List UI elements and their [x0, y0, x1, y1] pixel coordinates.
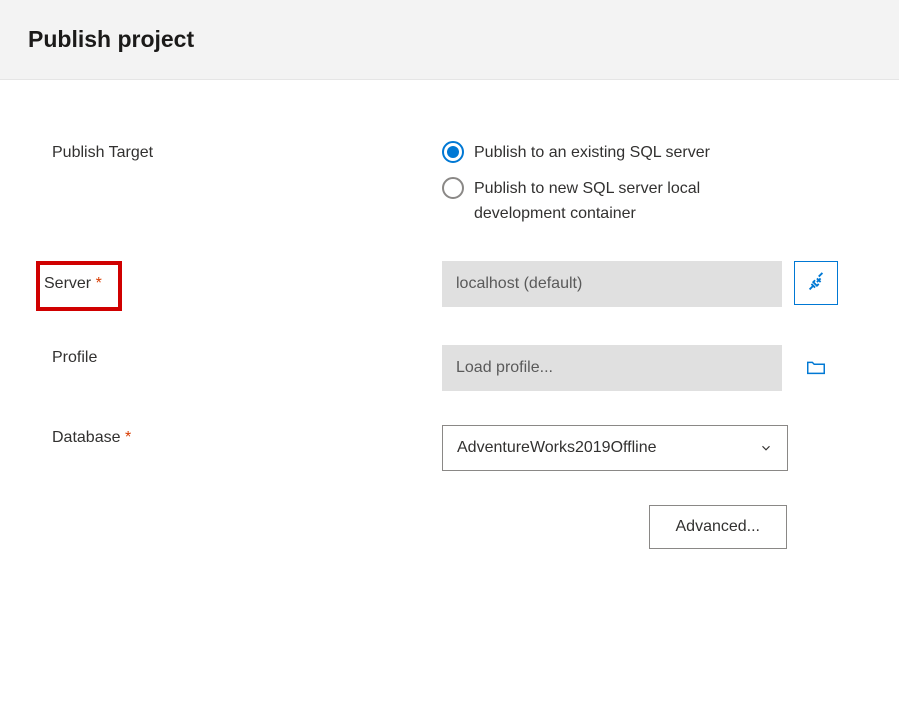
radio-icon [442, 141, 464, 163]
advanced-row: Advanced... [52, 505, 847, 549]
dialog-title: Publish project [28, 26, 871, 53]
server-connect-button[interactable] [794, 261, 838, 305]
server-highlight: Server * [36, 261, 122, 311]
chevron-down-icon [759, 441, 773, 455]
profile-input[interactable] [442, 345, 782, 391]
profile-row: Profile [52, 345, 847, 391]
profile-field [442, 345, 847, 391]
server-label: Server [44, 275, 91, 292]
radio-existing-server[interactable]: Publish to an existing SQL server [442, 140, 774, 166]
publish-target-row: Publish Target Publish to an existing SQ… [52, 140, 847, 227]
database-row: Database AdventureWorks2019Offline [52, 425, 847, 471]
dialog-header: Publish project [0, 0, 899, 80]
publish-target-label: Publish Target [52, 140, 442, 162]
publish-target-radio-group: Publish to an existing SQL server Publis… [442, 140, 774, 227]
publish-target-field: Publish to an existing SQL server Publis… [442, 140, 847, 227]
folder-icon [805, 356, 827, 378]
database-select[interactable]: AdventureWorks2019Offline [442, 425, 788, 471]
server-row: Server * [52, 261, 847, 311]
radio-new-label: Publish to new SQL server local developm… [474, 176, 774, 227]
dialog-content: Publish Target Publish to an existing SQ… [0, 80, 899, 549]
radio-new-container[interactable]: Publish to new SQL server local developm… [442, 176, 774, 227]
database-label: Database [52, 425, 442, 447]
radio-existing-label: Publish to an existing SQL server [474, 140, 710, 166]
profile-label: Profile [52, 345, 442, 367]
advanced-button[interactable]: Advanced... [649, 505, 788, 549]
plug-icon [805, 272, 827, 294]
server-label-col: Server * [52, 261, 442, 311]
server-input[interactable] [442, 261, 782, 307]
server-field [442, 261, 847, 307]
database-value: AdventureWorks2019Offline [457, 439, 657, 457]
database-field: AdventureWorks2019Offline [442, 425, 847, 471]
profile-browse-button[interactable] [794, 345, 838, 389]
radio-icon [442, 177, 464, 199]
